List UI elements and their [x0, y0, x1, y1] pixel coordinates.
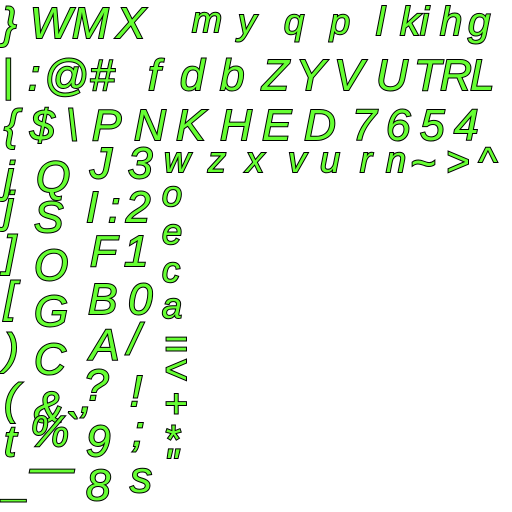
glyph-10-3: s [129, 453, 153, 502]
glyph-11-1: " [163, 442, 179, 486]
glyph-7-3: / [127, 315, 141, 364]
glyph-3-2: J [89, 139, 113, 188]
glyph-4-2: I [85, 183, 99, 232]
glyph-5-1: O [33, 241, 69, 290]
glyph-0-7: p [329, 1, 351, 42]
glyph-9-3: 9 [85, 417, 112, 466]
glyph-3-10: n [385, 139, 407, 180]
glyph-6-2: B [87, 275, 118, 324]
glyph-3-7: v [287, 139, 307, 180]
glyph-0-6: q [283, 1, 305, 42]
glyph-10-1: — [29, 443, 75, 492]
glyph-2-0: { [3, 101, 20, 150]
glyph-0-12: g [467, 0, 491, 44]
glyph-6-1: G [33, 287, 69, 336]
glyph-0-1: W [29, 0, 73, 48]
glyph-2-7: E [261, 101, 292, 150]
glyph-8-3: ? [83, 361, 110, 410]
glyph-1-0: | [1, 51, 15, 100]
glyph-1-7: Z [261, 51, 290, 100]
glyph-3-11: ~ [409, 139, 437, 188]
glyph-8-0: ( [3, 375, 20, 424]
glyph-10-0: _ [3, 457, 30, 506]
glyph-1-12: R [439, 51, 473, 100]
glyph-5-2: F [89, 227, 118, 276]
glyph-0-10: i [419, 0, 430, 44]
glyph-4-1: S [33, 193, 64, 242]
glyph-1-5: d [179, 51, 206, 100]
glyph-9-4: ; [131, 407, 145, 456]
glyph-0-11: h [439, 0, 463, 44]
glyph-4-5: o [161, 173, 183, 214]
glyph-0-3: X [115, 0, 146, 48]
glyph-1-8: Y [295, 51, 326, 100]
glyph-6-0: [ [3, 273, 17, 322]
glyph-3-13: ^ [477, 140, 498, 184]
glyph-1-4: f [147, 51, 161, 100]
glyph-6-4: c [161, 249, 181, 290]
glyph-1-11: T [413, 51, 442, 100]
glyph-1-6: b [219, 51, 246, 100]
glyph-7-0: ) [3, 325, 20, 374]
glyph-4-0: j [3, 183, 15, 232]
glyph-7-1: C [33, 335, 67, 384]
glyph-3-12: > [445, 140, 470, 184]
glyph-10-2: 8 [85, 461, 112, 510]
glyph-3-9: r [359, 139, 373, 180]
glyph-atlas: } W M Xm y q p l k i h g |: @ # f d b Z Y V U T R L{$ \ P N K H E D 7 6 5 4… [0, 0, 512, 512]
glyph-1-13: L [469, 51, 496, 100]
glyph-4-3: : [107, 183, 121, 232]
glyph-2-2: \ [65, 101, 79, 150]
glyph-0-5: y [237, 1, 257, 42]
glyph-0-4: m [191, 0, 223, 40]
glyph-1-3: # [89, 51, 116, 100]
glyph-3-3: 3 [127, 139, 154, 188]
glyph-0-8: l [375, 0, 386, 44]
glyph-1-1: : [27, 51, 41, 100]
glyph-1-2: @ [43, 51, 90, 100]
glyph-7-4: a [161, 285, 183, 326]
glyph-0-9: k [399, 0, 421, 44]
glyph-0-2: M [71, 0, 110, 48]
glyph-3-8: u [319, 139, 341, 180]
glyph-1-9: V [333, 51, 364, 100]
glyph-3-6: x [245, 139, 265, 180]
glyph-0-0: } [1, 0, 18, 48]
glyph-2-1: $ [29, 101, 56, 150]
glyph-4-4: 2 [125, 183, 152, 232]
glyph-5-0: ] [3, 227, 17, 276]
glyph-5-3: 1 [123, 227, 150, 276]
glyph-5-4: e [161, 211, 183, 252]
glyph-1-10: U [375, 51, 409, 100]
glyph-3-5: z [207, 139, 227, 180]
